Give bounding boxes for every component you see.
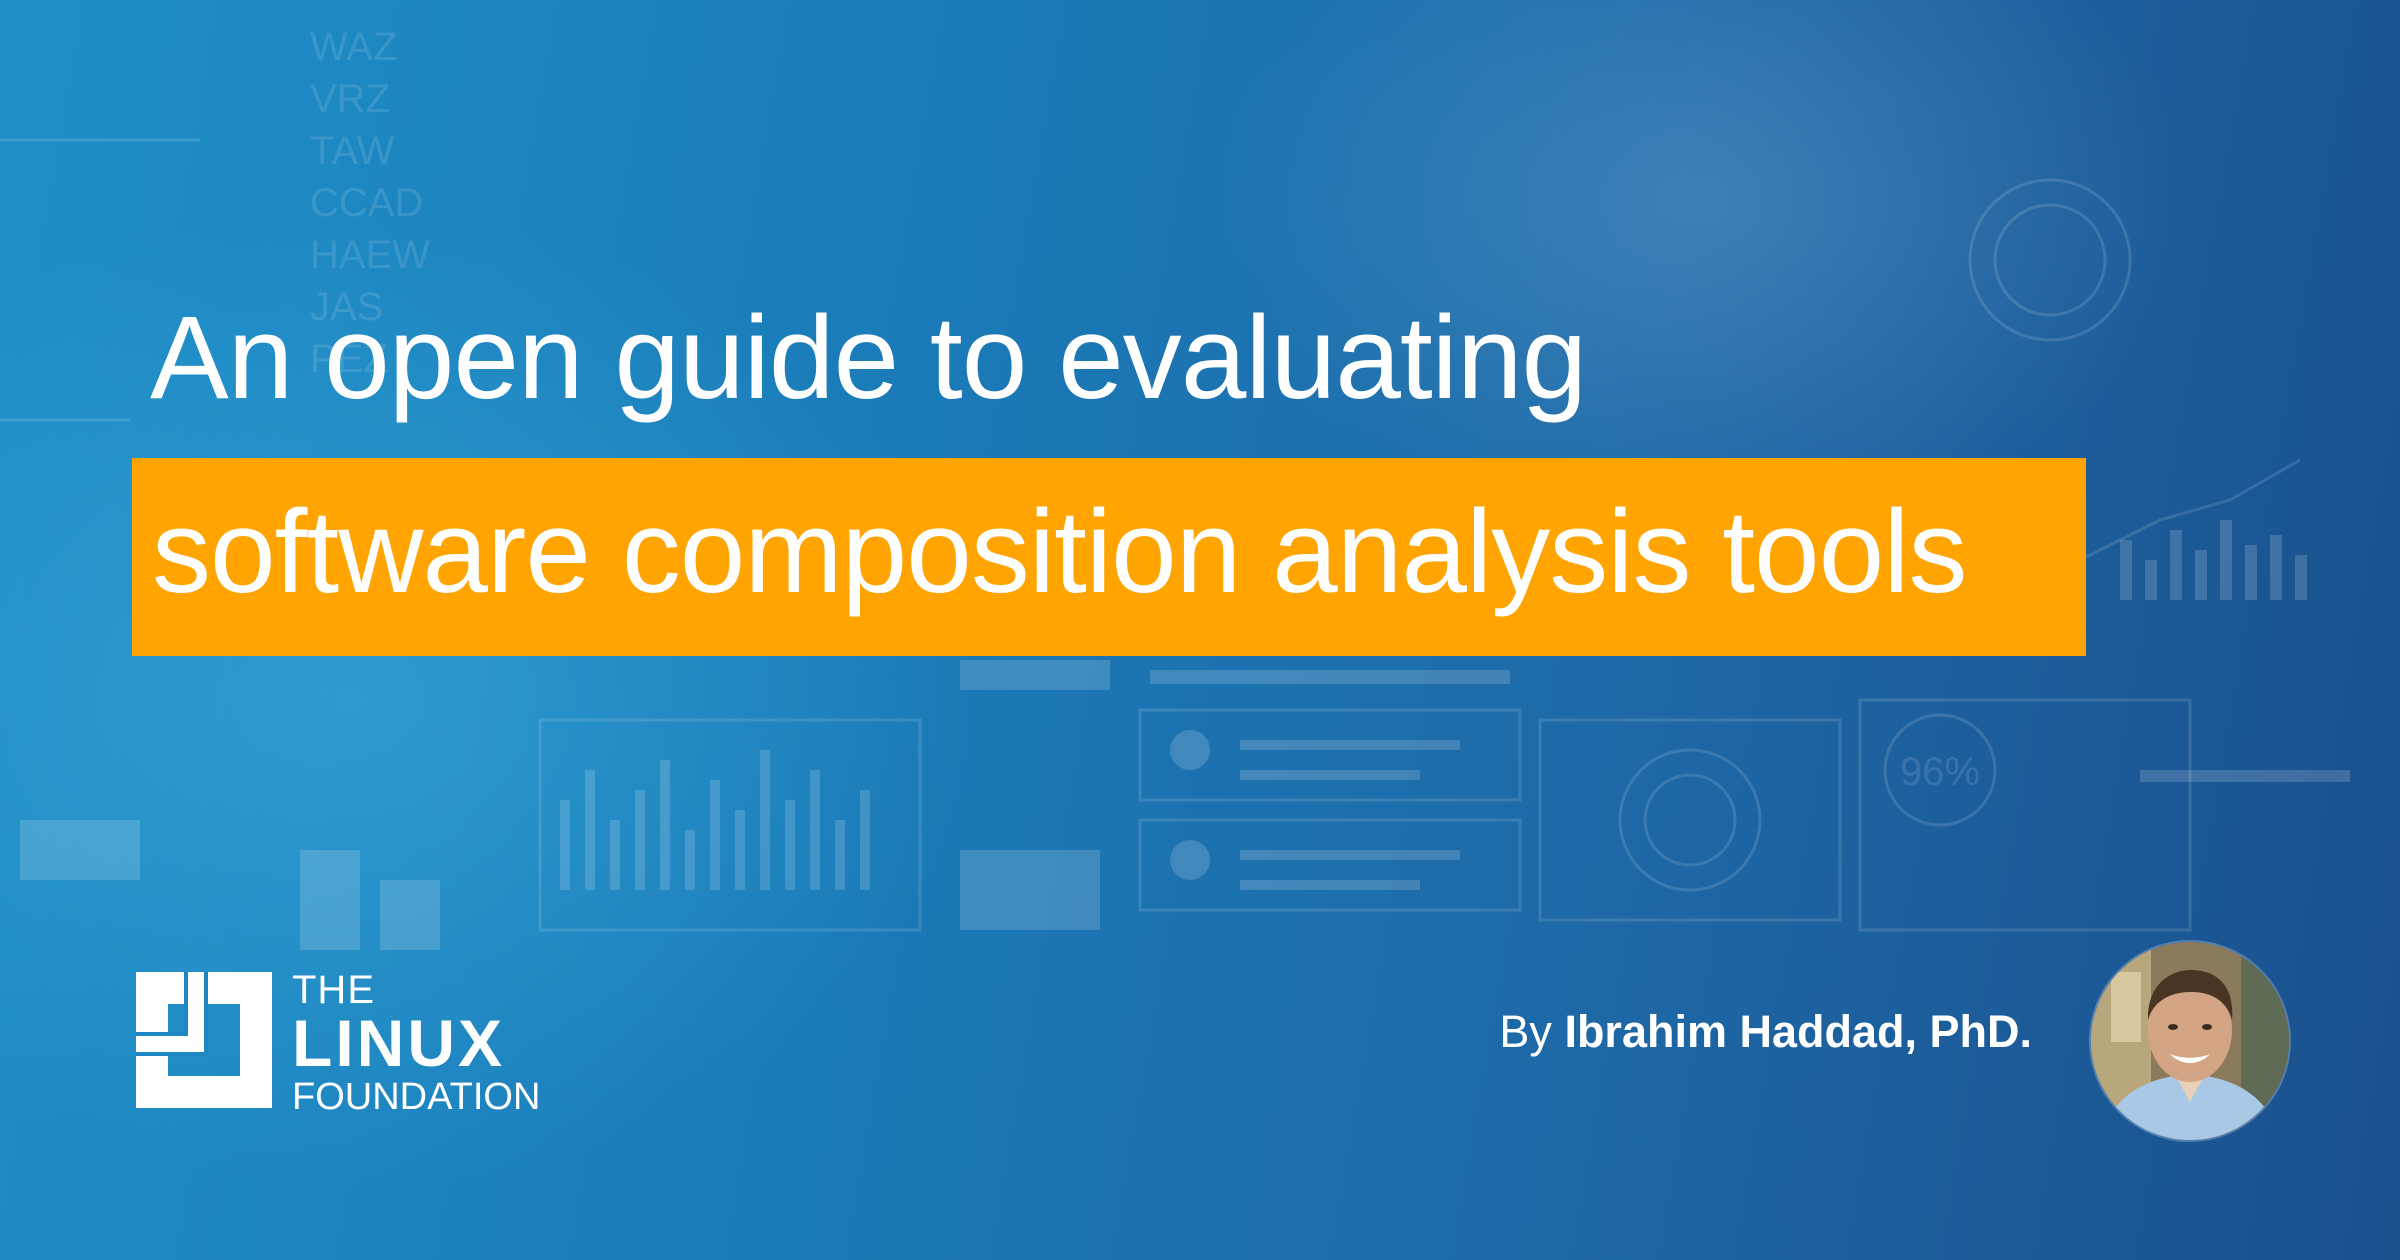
author-photo-icon [2091,942,2289,1140]
headline-line-2: software composition analysis tools [152,486,1968,618]
logo-the: THE [292,968,375,1012]
logo-wordmark: THE LINUX FOUNDATION [292,970,540,1116]
linux-foundation-logo: THE LINUX FOUNDATION [136,970,566,1116]
banner: WAZ VRZ TAW CCAD HAEW JAS PEZ 96% An ope… [0,0,2400,1260]
logo-linux: LINUX [292,1006,505,1080]
headline-line-1: An open guide to evaluating [150,292,1587,424]
author-byline: By Ibrahim Haddad, PhD. [1499,1006,2032,1058]
bg-text-2: VRZ [310,77,390,121]
author-name: Ibrahim Haddad, PhD. [1564,1006,2032,1057]
bg-text-1: WAZ [310,25,397,69]
logo-foundation: FOUNDATION [292,1076,541,1118]
bg-text-4: CCAD [310,181,423,225]
bg-text-5: HAEW [310,233,430,277]
byline-prefix: By [1499,1006,1552,1057]
linux-foundation-logo-mark-icon [136,972,272,1108]
bg-text-3: TAW [310,129,395,173]
bg-text-8: 96% [1900,750,1980,794]
author-avatar [2089,940,2291,1142]
